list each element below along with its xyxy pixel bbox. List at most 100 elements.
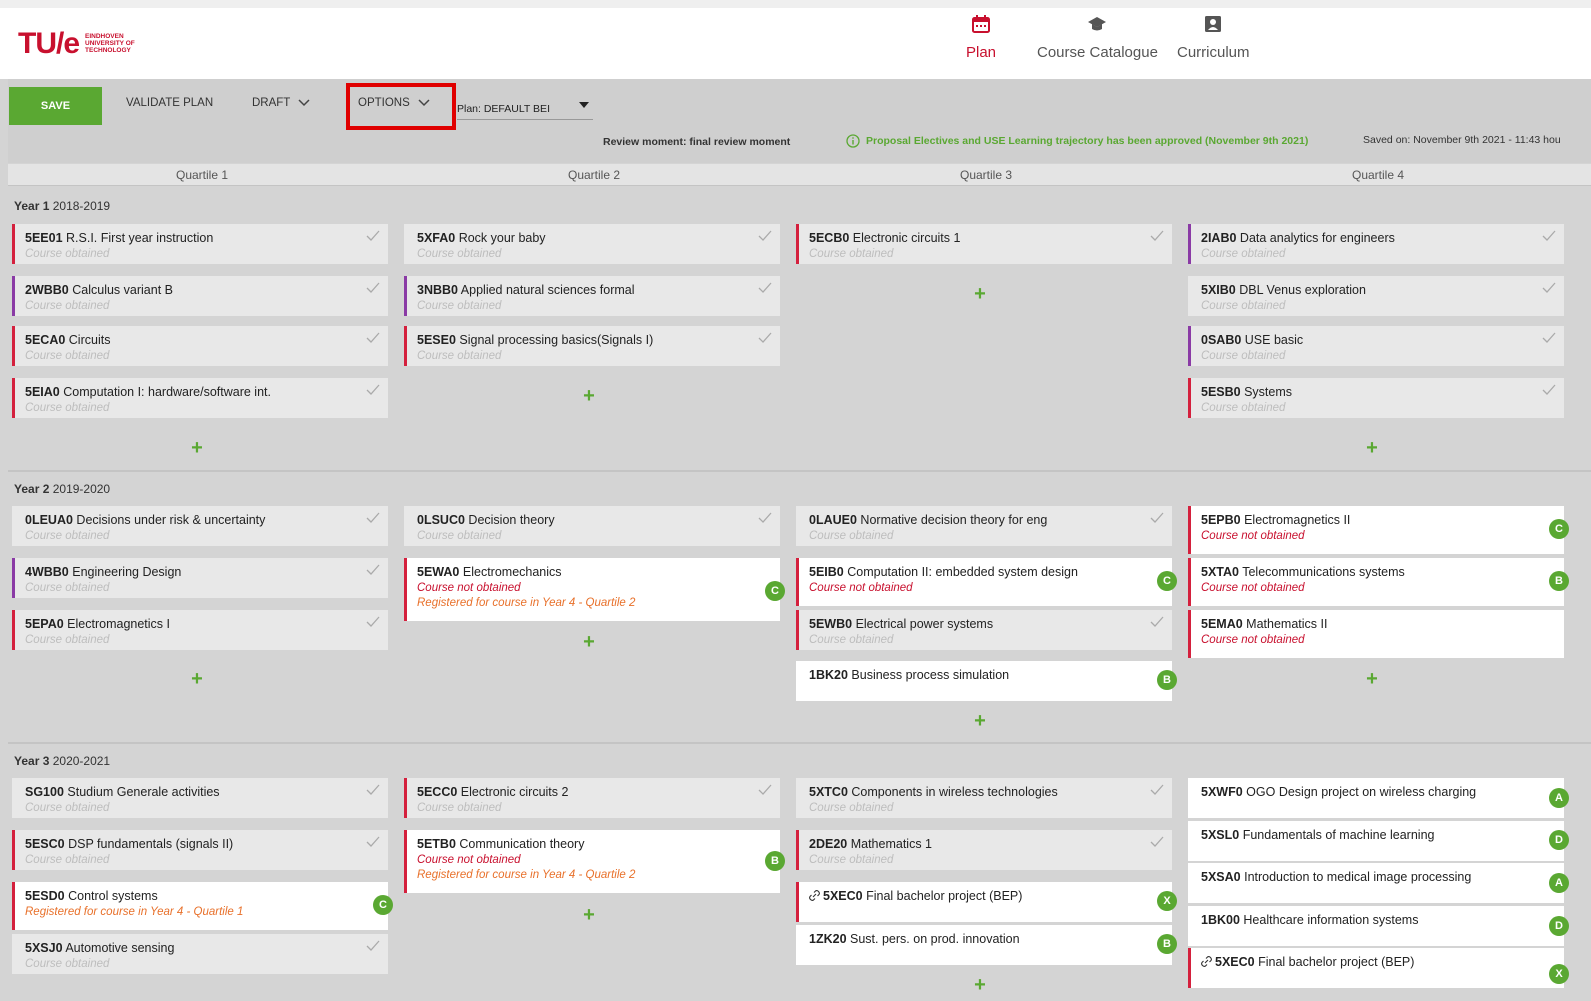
- add-course-button[interactable]: +: [579, 632, 599, 652]
- course-card[interactable]: 5ESD0 Control systems Registered for cour…: [12, 882, 393, 930]
- grade-badge: X: [1549, 964, 1569, 984]
- plan-select-value: Plan: DEFAULT BEI: [457, 102, 550, 115]
- link-icon: [809, 890, 820, 901]
- course-card[interactable]: 5EPA0 Electromagnetics I Course obtained: [12, 610, 388, 650]
- approval-status: Proposal Electives and USE Learning traj…: [846, 134, 1308, 148]
- nav-course-catalogue[interactable]: Course Catalogue: [1037, 14, 1158, 61]
- course-card[interactable]: 5EIA0 Computation I: hardware/software i…: [12, 378, 388, 418]
- grade-badge: D: [1549, 830, 1569, 850]
- course-card[interactable]: 5ESC0 DSP fundamentals (signals II) Cours…: [12, 830, 388, 870]
- quartile-3-label: Quartile 3: [959, 168, 1013, 182]
- save-button[interactable]: SAVE: [9, 87, 102, 125]
- course-card[interactable]: 5XTC0 Components in wireless technologie…: [796, 778, 1172, 818]
- course-card[interactable]: 5XFA0 Rock your baby Course obtained: [404, 224, 780, 264]
- id-card-icon: [1205, 16, 1222, 32]
- course-card[interactable]: 5XIB0 DBL Venus exploration Course obtain…: [1188, 276, 1564, 316]
- course-card[interactable]: 4WBB0 Engineering Design Course obtained: [12, 558, 388, 598]
- add-course-button[interactable]: +: [970, 711, 990, 731]
- check-icon: [366, 384, 380, 395]
- quartile-1-label: Quartile 1: [175, 168, 229, 182]
- course-card[interactable]: 2DE20 Mathematics 1 Course obtained: [796, 830, 1172, 870]
- grade-badge: C: [1549, 519, 1569, 539]
- year-2-title: Year 2 2019-2020: [14, 482, 111, 496]
- course-card[interactable]: 5XWF0 OGO Design project on wireless cha…: [1188, 778, 1569, 818]
- grade-badge: B: [1549, 571, 1569, 591]
- course-card[interactable]: 5EPB0 Electromagnetics II Course not obta…: [1188, 506, 1569, 554]
- course-card[interactable]: 0LEUA0 Decisions under risk & uncertaint…: [12, 506, 388, 546]
- check-icon: [366, 784, 380, 795]
- grade-badge: C: [373, 895, 393, 915]
- add-course-button[interactable]: +: [187, 669, 207, 689]
- add-course-button[interactable]: +: [1362, 438, 1382, 458]
- course-card[interactable]: 5EIB0 Computation II: embedded system de…: [796, 558, 1177, 606]
- course-card[interactable]: 3NBB0 Applied natural sciences formal Cou…: [404, 276, 780, 316]
- check-icon: [758, 332, 772, 343]
- course-card[interactable]: 5ESE0 Signal processing basics(Signals I…: [404, 326, 780, 366]
- course-card[interactable]: 5XSJ0 Automotive sensing Course obtained: [12, 934, 388, 974]
- course-card[interactable]: 0LSUC0 Decision theory Course obtained: [404, 506, 780, 546]
- add-course-button[interactable]: +: [970, 284, 990, 304]
- course-card[interactable]: 5EMA0 Mathematics II Course not obtained: [1188, 610, 1564, 658]
- draft-dropdown[interactable]: DRAFT: [252, 97, 310, 109]
- check-icon: [758, 784, 772, 795]
- saved-timestamp: Saved on: November 9th 2021 - 11:43 hou: [1363, 134, 1561, 146]
- year-3-title: Year 3 2020-2021: [14, 754, 111, 768]
- add-course-button[interactable]: +: [187, 438, 207, 458]
- course-card[interactable]: 5XSL0 Fundamentals of machine learning D: [1188, 821, 1569, 861]
- logo-mark: TU/e: [18, 26, 80, 60]
- course-card[interactable]: 0SAB0 USE basic Course obtained: [1188, 326, 1564, 366]
- course-card[interactable]: 2IAB0 Data analytics for engineers Course…: [1188, 224, 1564, 264]
- course-card[interactable]: 5EWA0 Electromechanics Course not obtaine…: [404, 558, 785, 621]
- course-card[interactable]: 5ETB0 Communication theory Course not obt…: [404, 830, 785, 893]
- course-card[interactable]: 5XEC0 Final bachelor project (BEP) X: [796, 882, 1177, 922]
- nav-plan[interactable]: Plan: [966, 14, 996, 61]
- course-card[interactable]: 5EE01 R.S.I. First year instruction Cours…: [12, 224, 388, 264]
- grade-badge: A: [1549, 873, 1569, 893]
- link-icon: [1201, 956, 1212, 967]
- info-icon: [846, 134, 860, 148]
- add-course-button[interactable]: +: [579, 386, 599, 406]
- nav-curriculum-label: Curriculum: [1177, 44, 1250, 61]
- quartile-4-label: Quartile 4: [1351, 168, 1405, 182]
- check-icon: [366, 512, 380, 523]
- course-card[interactable]: 5XEC0 Final bachelor project (BEP) X: [1188, 948, 1569, 988]
- add-course-button[interactable]: +: [970, 975, 990, 995]
- course-card[interactable]: 5ESB0 Systems Course obtained: [1188, 378, 1564, 418]
- course-card[interactable]: SG100 Studium Generale activities Course …: [12, 778, 388, 818]
- check-icon: [1542, 332, 1556, 343]
- course-card[interactable]: 5ECC0 Electronic circuits 2 Course obtain…: [404, 778, 780, 818]
- course-card[interactable]: 0LAUE0 Normative decision theory for eng…: [796, 506, 1172, 546]
- check-icon: [1150, 230, 1164, 241]
- chevron-down-icon: [298, 99, 310, 107]
- check-icon: [758, 282, 772, 293]
- review-moment: Review moment: final review moment: [603, 136, 791, 148]
- course-card[interactable]: 5ECB0 Electronic circuits 1 Course obtain…: [796, 224, 1172, 264]
- course-card[interactable]: 1BK20 Business process simulation B: [796, 661, 1177, 701]
- course-card[interactable]: 5XTA0 Telecommunications systems Course n…: [1188, 558, 1569, 606]
- grade-badge: C: [1157, 571, 1177, 591]
- grade-badge: X: [1157, 891, 1177, 911]
- check-icon: [366, 282, 380, 293]
- course-card[interactable]: 2WBB0 Calculus variant B Course obtained: [12, 276, 388, 316]
- plan-select[interactable]: Plan: DEFAULT BEI: [457, 98, 593, 120]
- check-icon: [1150, 784, 1164, 795]
- caret-down-icon: [579, 102, 589, 108]
- check-icon: [366, 332, 380, 343]
- check-icon: [366, 836, 380, 847]
- check-icon: [1542, 282, 1556, 293]
- nav-curriculum[interactable]: Curriculum: [1177, 14, 1250, 61]
- add-course-button[interactable]: +: [1362, 669, 1382, 689]
- check-icon: [366, 564, 380, 575]
- add-course-button[interactable]: +: [579, 905, 599, 925]
- nav-course-catalogue-label: Course Catalogue: [1037, 44, 1158, 61]
- tue-logo[interactable]: TU/e EINDHOVEN UNIVERSITY OF TECHNOLOGY: [18, 22, 180, 65]
- course-card[interactable]: 1BK00 Healthcare information systems D: [1188, 906, 1569, 946]
- course-card[interactable]: 1ZK20 Sust. pers. on prod. innovation B: [796, 925, 1177, 965]
- course-card[interactable]: 5EWB0 Electrical power systems Course obt…: [796, 610, 1172, 650]
- calendar-icon: [972, 15, 991, 33]
- grade-badge: B: [1157, 934, 1177, 954]
- year-divider: [8, 742, 1591, 744]
- course-card[interactable]: 5XSA0 Introduction to medical image proc…: [1188, 863, 1569, 903]
- course-card[interactable]: 5ECA0 Circuits Course obtained: [12, 326, 388, 366]
- validate-plan-button[interactable]: VALIDATE PLAN: [126, 97, 213, 109]
